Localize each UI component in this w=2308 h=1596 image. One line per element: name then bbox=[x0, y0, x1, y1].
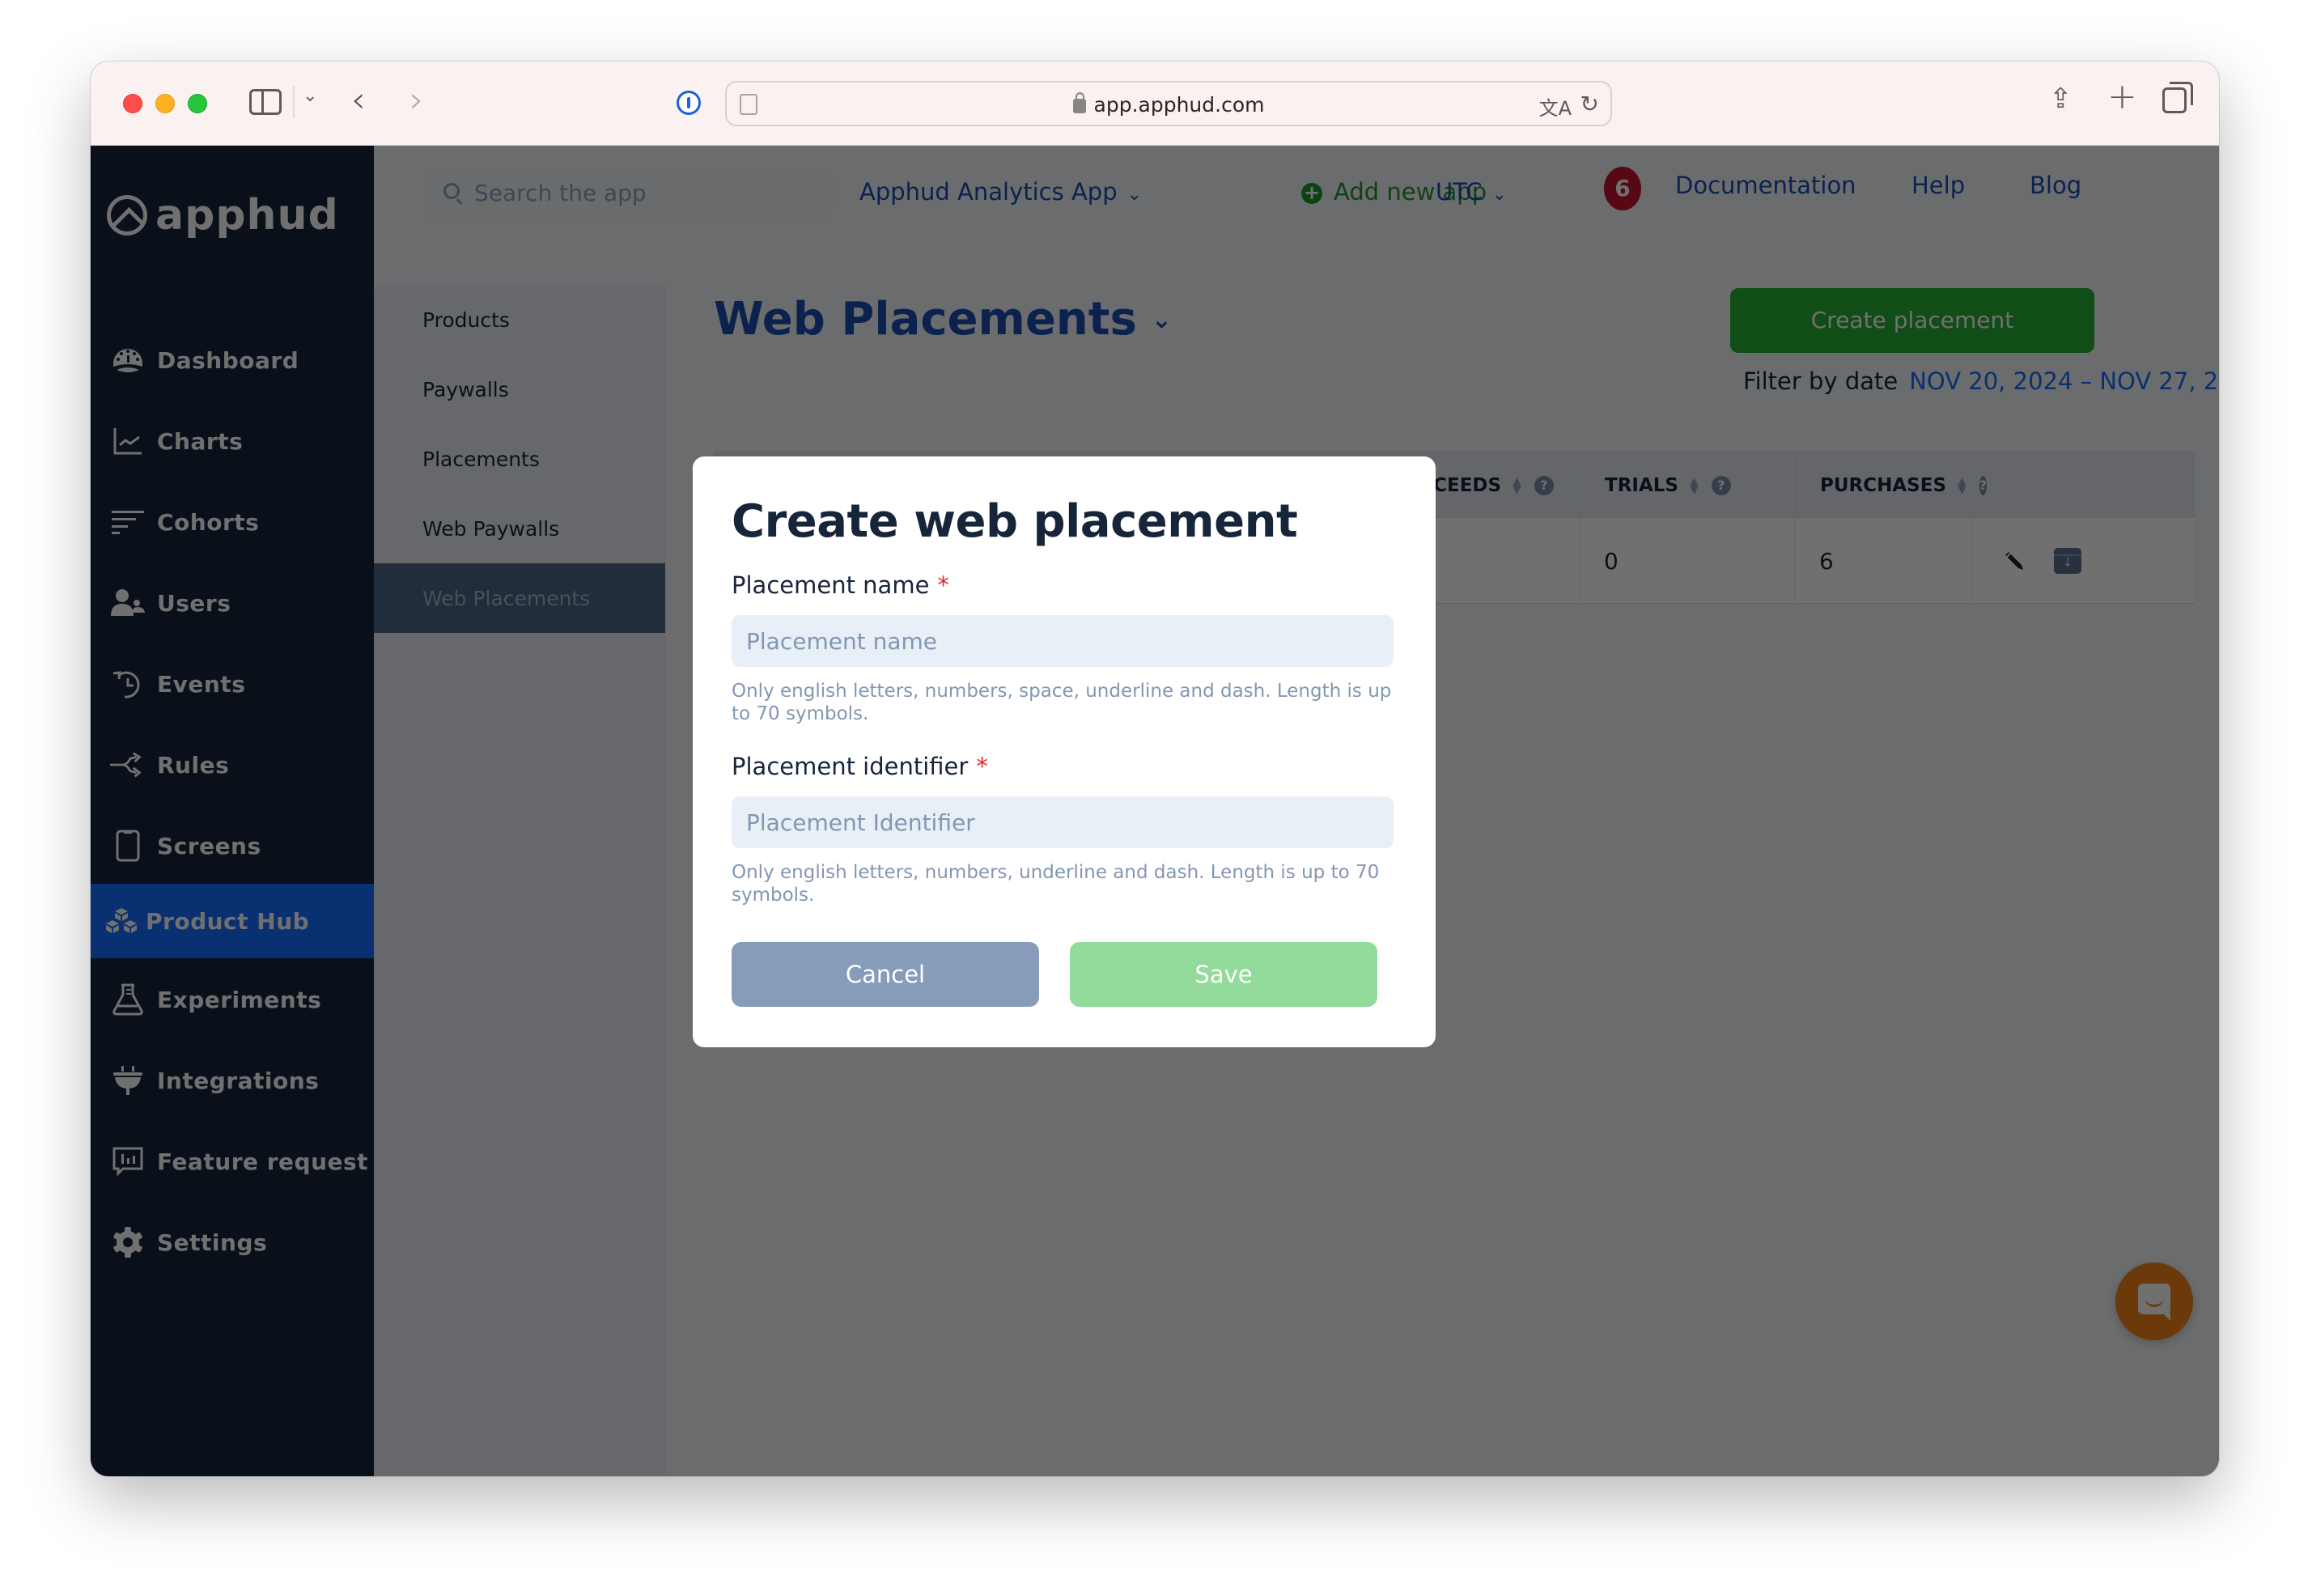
label-text: Placement identifier bbox=[732, 753, 969, 780]
required-asterisk: * bbox=[976, 753, 988, 780]
address-bar[interactable]: app.apphud.com 文A ↻ bbox=[725, 81, 1612, 126]
reload-icon[interactable]: ↻ bbox=[1580, 91, 1599, 117]
minimize-window-button[interactable] bbox=[155, 94, 175, 113]
sidebar-toggle-icon[interactable] bbox=[249, 89, 282, 115]
save-button[interactable]: Save bbox=[1070, 942, 1377, 1007]
placement-identifier-input[interactable] bbox=[732, 796, 1394, 848]
url-text: app.apphud.com bbox=[1093, 93, 1265, 117]
new-tab-icon[interactable]: + bbox=[2107, 76, 2137, 117]
placement-name-hint: Only english letters, numbers, space, un… bbox=[732, 681, 1392, 724]
close-window-button[interactable] bbox=[123, 94, 142, 113]
forward-button[interactable]: › bbox=[409, 79, 424, 121]
chevron-down-icon[interactable]: ⌄ bbox=[303, 86, 317, 106]
placement-identifier-label: Placement identifier * bbox=[732, 753, 988, 780]
placement-name-label: Placement name * bbox=[732, 571, 949, 599]
label-text: Placement name bbox=[732, 571, 930, 599]
browser-toolbar: ⌄ ‹ › app.apphud.com 文A ↻ ⇪ + bbox=[91, 62, 2219, 146]
translate-icon[interactable]: 文A bbox=[1539, 92, 1572, 121]
placement-identifier-hint: Only english letters, numbers, underline… bbox=[732, 862, 1380, 906]
password-manager-icon[interactable] bbox=[677, 91, 701, 115]
toolbar-divider bbox=[293, 86, 295, 118]
share-icon[interactable]: ⇪ bbox=[2049, 83, 2073, 115]
modal-title: Create web placement bbox=[732, 495, 1298, 548]
required-asterisk: * bbox=[937, 571, 949, 599]
url-display[interactable]: app.apphud.com bbox=[727, 92, 1610, 117]
placement-name-input[interactable] bbox=[732, 615, 1394, 667]
lock-icon bbox=[1072, 92, 1086, 113]
create-web-placement-modal: Create web placement Placement name* Onl… bbox=[693, 456, 1436, 1047]
tab-overview-icon[interactable] bbox=[2162, 82, 2193, 113]
zoom-window-button[interactable] bbox=[188, 94, 207, 113]
cancel-button[interactable]: Cancel bbox=[732, 942, 1039, 1007]
back-button[interactable]: ‹ bbox=[351, 79, 366, 121]
